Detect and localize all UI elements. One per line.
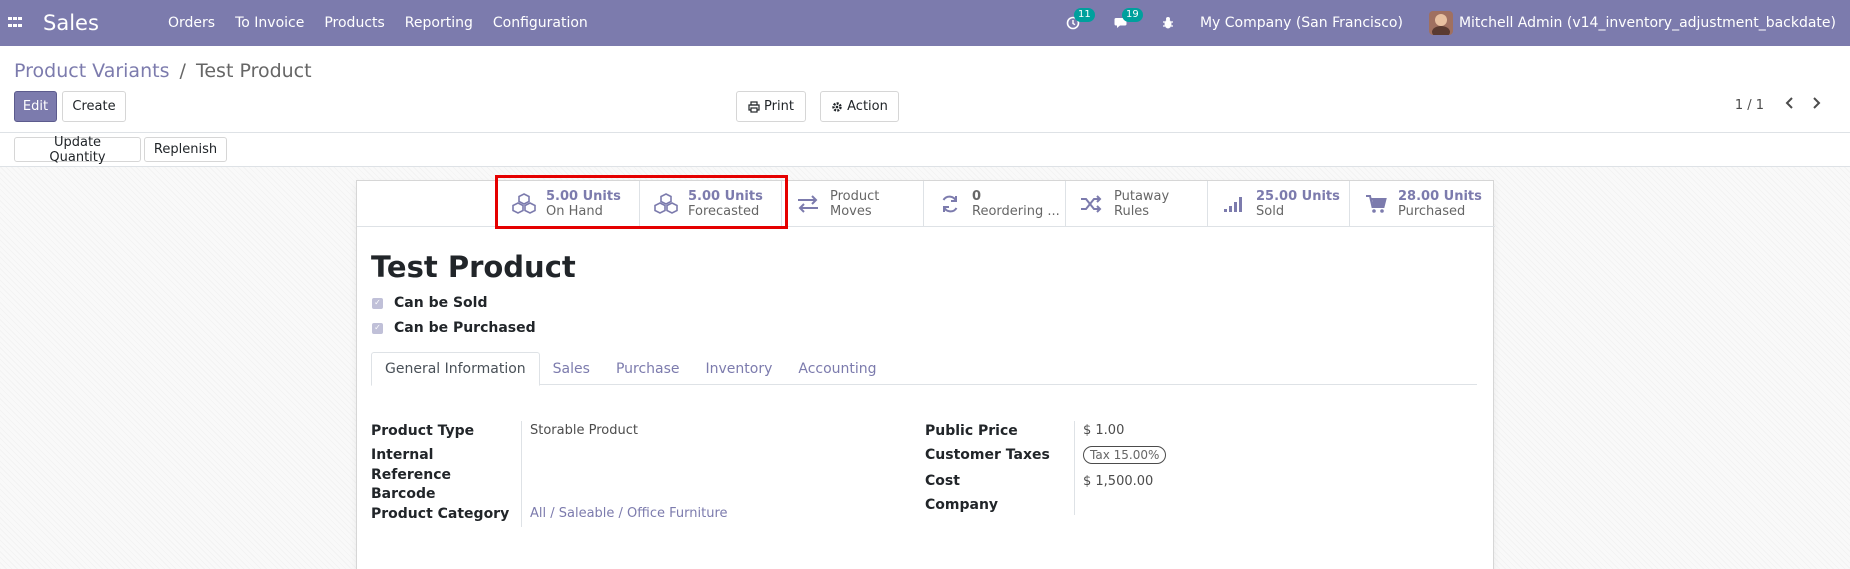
internal-reference-label-line1: Internal (371, 447, 434, 463)
putaway-rules-button[interactable]: Putaway Rules (1065, 181, 1207, 227)
main-menu: Orders To Invoice Products Reporting Con… (158, 15, 598, 31)
customer-taxes-label: Customer Taxes (925, 447, 1050, 463)
reordering-value: 0 (972, 189, 982, 204)
sold-button[interactable]: 25.00 Units Sold (1207, 181, 1349, 227)
reordering-label: Reordering ... (972, 204, 1060, 219)
tab-sales[interactable]: Sales (540, 352, 603, 385)
public-price-label: Public Price (925, 423, 1018, 439)
refresh-icon (936, 190, 964, 218)
sold-value: 25.00 Units (1256, 189, 1340, 204)
user-menu[interactable]: Mitchell Admin (v14_inventory_adjustment… (1459, 15, 1836, 31)
update-quantity-button[interactable]: Update Quantity (14, 135, 141, 165)
purchased-label: Purchased (1398, 204, 1466, 219)
sold-label: Sold (1256, 204, 1285, 219)
cost-value[interactable]: $ 1,500.00 (1083, 474, 1153, 489)
product-category-label: Product Category (371, 506, 510, 522)
tab-general-information[interactable]: General Information (371, 352, 540, 386)
can-be-sold-checkbox[interactable]: ✓ (372, 297, 383, 309)
message-badge: 19 (1121, 8, 1143, 22)
can-be-purchased-checkbox[interactable]: ✓ (372, 322, 383, 334)
product-moves-button[interactable]: Product Moves (781, 181, 923, 227)
public-price-value[interactable]: $ 1.00 (1083, 423, 1124, 438)
highlight-box (495, 175, 788, 229)
purchased-value: 28.00 Units (1398, 189, 1482, 204)
form-tabs: General Information Sales Purchase Inven… (371, 352, 1477, 386)
app-name[interactable]: Sales (43, 11, 158, 35)
chevron-left-icon (1785, 97, 1793, 109)
action-label: Action (847, 99, 888, 114)
chevron-right-icon (1813, 97, 1821, 109)
barcode-label: Barcode (371, 486, 436, 502)
menu-to-invoice[interactable]: To Invoice (225, 15, 314, 31)
can-be-purchased-label: Can be Purchased (394, 320, 536, 336)
product-type-label: Product Type (371, 423, 475, 439)
top-navbar: Sales Orders To Invoice Products Reporti… (0, 0, 1850, 46)
can-be-sold-row: ✓ Can be Sold (372, 295, 487, 311)
form-header (0, 133, 1850, 167)
cart-icon (1362, 190, 1390, 218)
reordering-rules-button[interactable]: 0 Reordering ... (923, 181, 1065, 227)
pager-next[interactable] (1812, 95, 1822, 114)
activity-badge: 11 (1073, 8, 1095, 22)
menu-reporting[interactable]: Reporting (395, 15, 483, 31)
company-switcher[interactable]: My Company (San Francisco) (1200, 15, 1403, 31)
action-button[interactable]: Action (820, 91, 899, 122)
putaway-label: Rules (1114, 204, 1150, 219)
can-be-purchased-row: ✓ Can be Purchased (372, 320, 536, 336)
print-icon (748, 100, 760, 113)
exchange-icon (794, 190, 822, 218)
company-label: Company (925, 497, 999, 513)
create-button[interactable]: Create (62, 91, 126, 122)
product-category-value[interactable]: All / Saleable / Office Furniture (530, 506, 728, 521)
product-moves-label: Moves (830, 204, 872, 219)
tab-purchase[interactable]: Purchase (603, 352, 693, 385)
customer-tax-tag[interactable]: Tax 15.00% (1083, 446, 1167, 464)
apps-grid-icon[interactable] (8, 17, 22, 29)
breadcrumb-product-variants[interactable]: Product Variants (14, 60, 169, 82)
menu-products[interactable]: Products (314, 15, 394, 31)
breadcrumb-current: Test Product (195, 60, 312, 82)
internal-reference-label-line2: Reference (371, 467, 452, 483)
replenish-button[interactable]: Replenish (144, 137, 227, 162)
print-button[interactable]: Print (736, 91, 806, 122)
user-avatar[interactable] (1428, 11, 1453, 35)
tab-inventory[interactable]: Inventory (693, 352, 786, 385)
gear-icon (832, 101, 842, 112)
pager-previous[interactable] (1784, 95, 1794, 114)
product-name[interactable]: Test Product (371, 250, 576, 284)
breadcrumb: Product Variants / Test Product (14, 60, 312, 82)
navbar-systray: 11 19 My Company (San Francisco) Mitchel… (1054, 0, 1850, 46)
debug-button[interactable] (1162, 16, 1174, 30)
menu-configuration[interactable]: Configuration (483, 15, 598, 31)
product-moves-value: Product (830, 189, 880, 204)
right-column-separator (1074, 421, 1075, 515)
messaging-button[interactable]: 19 (1114, 8, 1143, 30)
product-type-value[interactable]: Storable Product (530, 423, 638, 438)
pager-value[interactable]: 1 / 1 (1735, 98, 1764, 113)
tab-accounting[interactable]: Accounting (785, 352, 889, 385)
activity-button[interactable]: 11 (1066, 8, 1095, 30)
breadcrumb-separator: / (179, 60, 186, 82)
menu-orders[interactable]: Orders (158, 15, 225, 31)
putaway-value: Putaway (1114, 189, 1170, 204)
random-icon (1078, 190, 1106, 218)
can-be-sold-label: Can be Sold (394, 295, 488, 311)
edit-button[interactable]: Edit (14, 91, 57, 122)
bug-icon (1162, 17, 1173, 29)
left-column-separator (521, 421, 522, 527)
purchased-button[interactable]: 28.00 Units Purchased (1349, 181, 1491, 227)
print-label: Print (764, 99, 794, 114)
cost-label: Cost (925, 473, 960, 489)
signal-icon (1220, 190, 1248, 218)
